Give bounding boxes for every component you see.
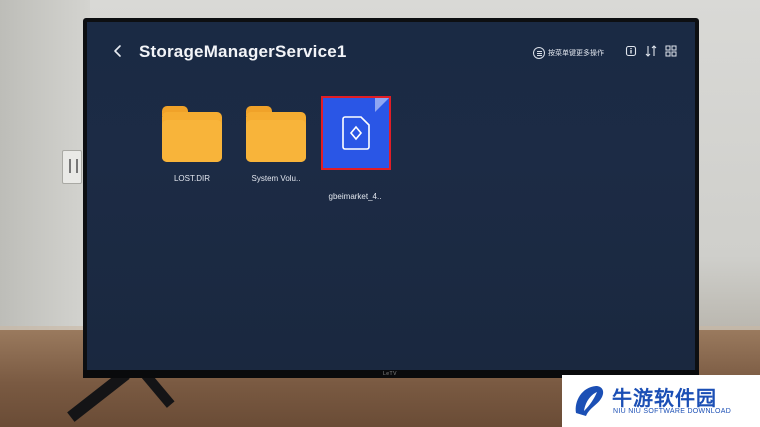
page-fold [375,98,389,112]
watermark-subtitle: NIU NIU SOFTWARE DOWNLOAD [613,408,732,415]
watermark-logo-icon [575,386,604,416]
tv-frame: StorageManagerService1 按菜单键更多操作 LOST.DIR [83,18,699,378]
wall-outlet [62,150,82,184]
menu-hint: 按菜单键更多操作 [533,47,604,59]
menu-hint-label: 按菜单键更多操作 [548,50,604,57]
watermark-name: 牛游软件园 [612,388,717,410]
back-arrow-icon[interactable] [111,44,125,58]
menu-icon [533,47,545,59]
grid-view-icon[interactable] [665,45,677,57]
page-title: StorageManagerService1 [139,42,347,61]
apk-file-icon [342,116,370,150]
sort-icon[interactable] [645,45,657,57]
folder-icon [162,104,222,162]
file-label: LOST.DIR [173,174,210,183]
watermark: 牛游软件园 NIU NIU SOFTWARE DOWNLOAD [562,375,760,427]
file-item-system-volume[interactable]: System Volu.. [239,104,313,183]
tv-brand: LeTV [383,371,397,377]
folder-icon [246,104,306,162]
file-label: System Volu.. [251,174,301,183]
file-manager-screen: StorageManagerService1 按菜单键更多操作 LOST.DIR [87,22,695,370]
file-item-apk-selected[interactable] [321,96,391,170]
info-icon[interactable] [625,45,637,57]
file-item-lost-dir[interactable]: LOST.DIR [155,104,229,183]
file-label: gbeimarket_4.. [328,192,382,201]
